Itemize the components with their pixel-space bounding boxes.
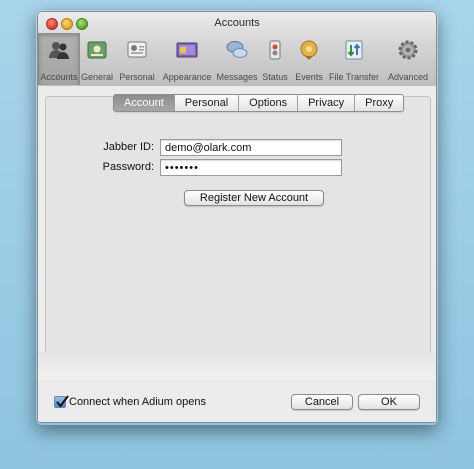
window-title: Accounts bbox=[214, 17, 260, 29]
status-icon bbox=[269, 40, 281, 60]
checkmark-icon bbox=[56, 395, 69, 408]
tab-account[interactable]: Account bbox=[114, 95, 175, 111]
tab-proxy[interactable]: Proxy bbox=[355, 95, 404, 111]
accounts-icon bbox=[49, 42, 69, 59]
preferences-toolbar: Accounts General Personal Appearance Mes… bbox=[38, 33, 436, 85]
messages-icon bbox=[226, 41, 248, 58]
accounts-window: Accounts Accounts General Personal Appea… bbox=[37, 11, 437, 423]
events-icon bbox=[300, 40, 318, 60]
connect-on-open-checkbox[interactable] bbox=[54, 395, 69, 408]
general-icon bbox=[87, 41, 107, 59]
jabber-id-field[interactable]: demo@olark.com bbox=[160, 139, 342, 156]
password-field[interactable]: ••••••• bbox=[160, 159, 342, 176]
preferences-content: Account Personal Options Privacy Proxy J… bbox=[38, 86, 436, 353]
toolbar-item-appearance[interactable]: Appearance bbox=[159, 33, 215, 85]
toolbar-item-status[interactable]: Status bbox=[260, 33, 290, 85]
tab-privacy[interactable]: Privacy bbox=[298, 95, 356, 111]
toolbar-item-accounts[interactable]: Accounts bbox=[38, 33, 80, 85]
account-settings-pane: Account Personal Options Privacy Proxy J… bbox=[45, 94, 431, 353]
personal-icon bbox=[127, 41, 147, 58]
toolbar-item-file-transfer[interactable]: File Transfer bbox=[328, 33, 380, 85]
password-label: Password: bbox=[102, 161, 154, 173]
toolbar-item-general[interactable]: General bbox=[79, 33, 115, 85]
jabber-id-label: Jabber ID: bbox=[103, 141, 154, 153]
register-new-account-button[interactable]: Register New Account bbox=[184, 190, 324, 206]
account-tabs: Account Personal Options Privacy Proxy bbox=[113, 94, 405, 112]
appearance-icon bbox=[176, 42, 198, 58]
toolbar-item-events[interactable]: Events bbox=[292, 33, 326, 85]
toolbar-item-messages[interactable]: Messages bbox=[216, 33, 258, 85]
connect-on-open-label: Connect when Adium opens bbox=[69, 396, 206, 408]
toolbar-item-personal[interactable]: Personal bbox=[117, 33, 157, 85]
tab-personal[interactable]: Personal bbox=[174, 95, 240, 111]
advanced-icon bbox=[398, 40, 418, 60]
toolbar-item-advanced[interactable]: Advanced bbox=[382, 33, 434, 85]
cancel-button[interactable]: Cancel bbox=[291, 394, 353, 410]
file-transfer-icon bbox=[345, 40, 363, 60]
tab-options[interactable]: Options bbox=[239, 95, 299, 111]
ok-button[interactable]: OK bbox=[358, 394, 420, 410]
title-bar: Accounts Accounts General Personal Appea… bbox=[38, 12, 436, 87]
footer-bar: Connect when Adium opens Cancel OK bbox=[38, 380, 436, 422]
